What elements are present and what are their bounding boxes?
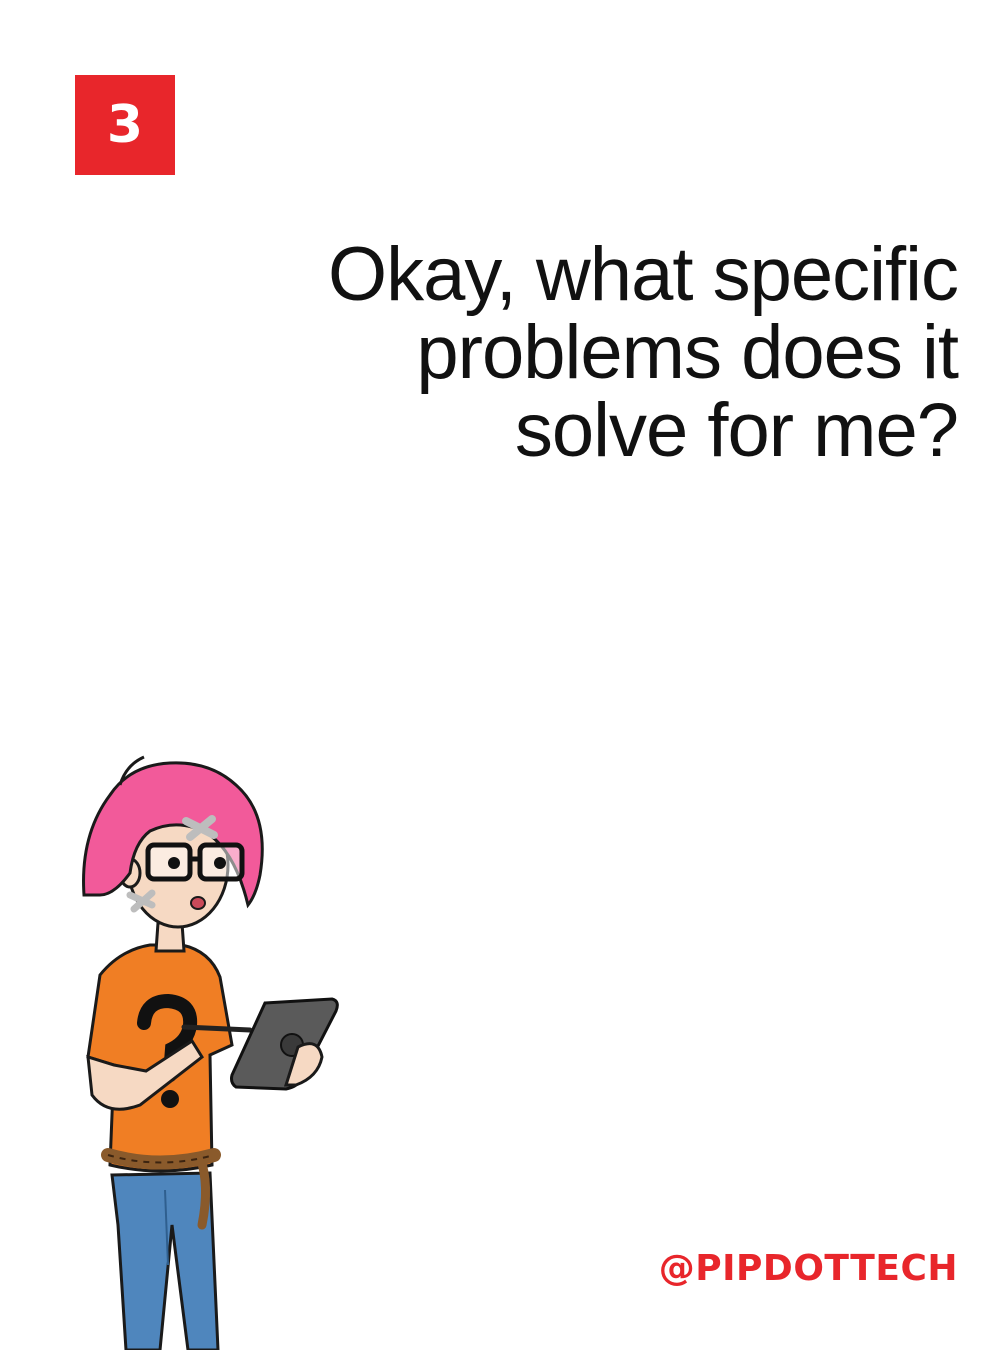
social-handle: @PIPDOTTECH	[658, 1248, 958, 1289]
slide-question: Okay, what specific problems does it sol…	[327, 232, 959, 473]
character-illustration	[82, 755, 339, 1350]
shirt	[86, 943, 234, 1173]
tablet-icon	[230, 997, 339, 1091]
stylus-icon	[181, 1024, 253, 1033]
slide-number-badge: 3	[75, 75, 175, 175]
